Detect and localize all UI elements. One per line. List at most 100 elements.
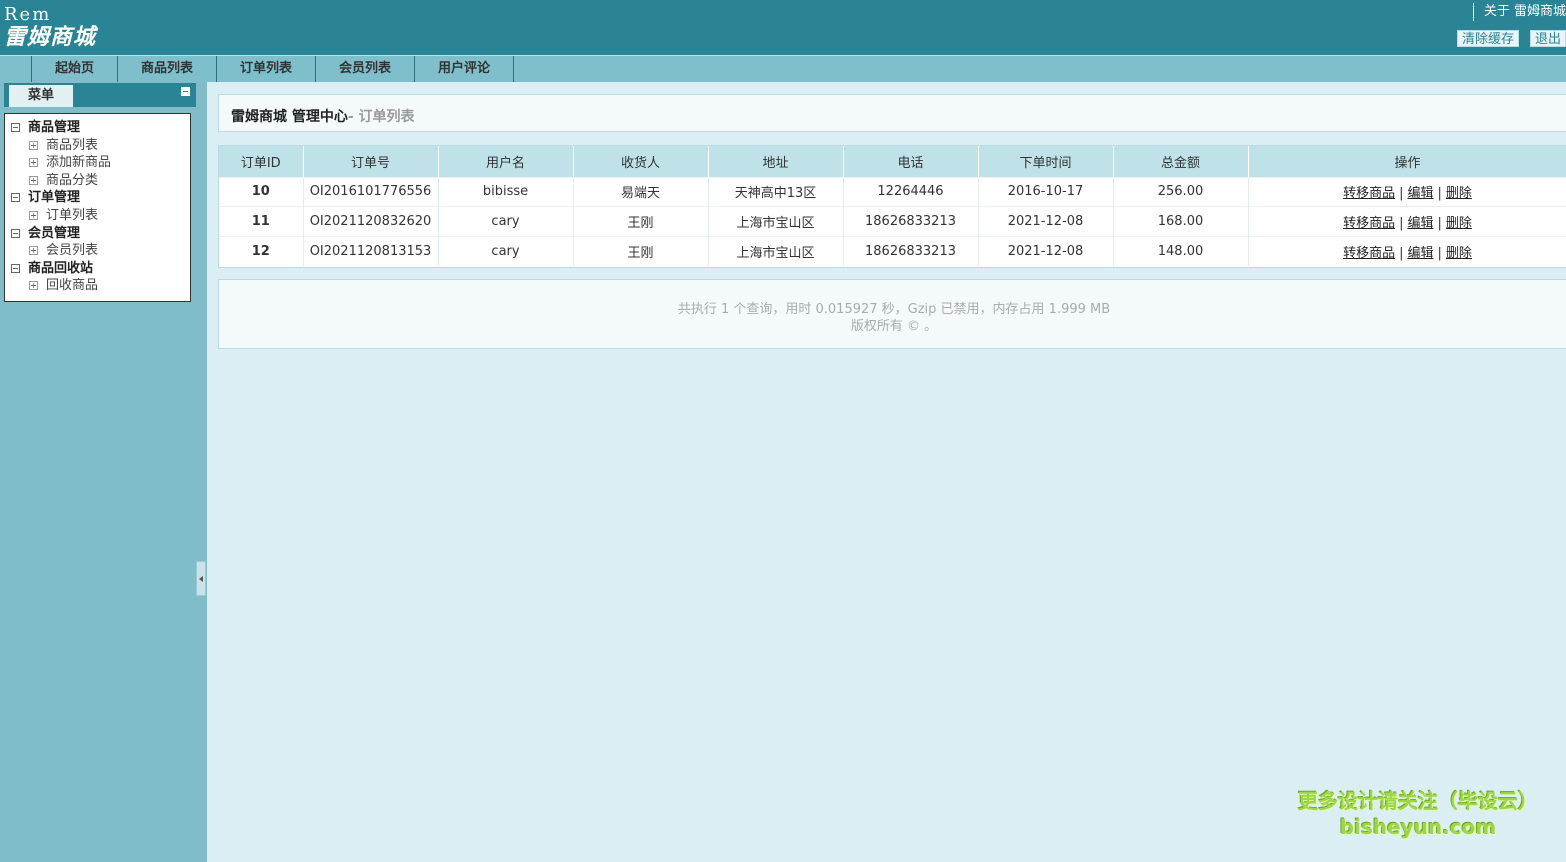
cell-address: 天神高中13区 <box>708 176 844 207</box>
nav-spacer <box>0 56 32 82</box>
plus-box-icon <box>29 281 38 291</box>
table-row: 10 OI2016101776556 bibisse 易端天 天神高中13区 1… <box>219 176 1566 207</box>
tree-group-order-mgmt[interactable]: 订单管理 <box>5 189 190 207</box>
cell-amount: 168.00 <box>1113 206 1249 236</box>
minus-box-icon[interactable] <box>11 263 20 273</box>
edit-link[interactable]: 编辑 <box>1407 246 1433 261</box>
title-panel: 雷姆商城 管理中心- 订单列表 <box>218 94 1566 132</box>
logo-english: Rem <box>4 4 52 25</box>
plus-box-icon <box>29 246 38 256</box>
tab-home[interactable]: 起始页 <box>32 56 118 82</box>
tree-item-product-list[interactable]: 商品列表 <box>5 137 190 155</box>
cell-order-id: 11 <box>219 206 304 236</box>
minus-box-icon[interactable] <box>11 123 20 132</box>
separator: | <box>1437 186 1442 202</box>
cell-order-no: OI2021120832620 <box>303 206 439 236</box>
cell-order-no: OI2016101776556 <box>303 176 439 207</box>
cell-receiver: 王刚 <box>573 206 709 236</box>
col-header-order-time[interactable]: 下单时间 <box>978 146 1114 177</box>
tree-item-add-product[interactable]: 添加新商品 <box>5 154 190 172</box>
cell-receiver: 易端天 <box>573 176 709 207</box>
tree-group-recycle-bin[interactable]: 商品回收站 <box>5 260 190 278</box>
plus-box-icon <box>29 140 38 150</box>
plus-box-icon <box>29 158 38 168</box>
cell-actions: 转移商品 | 编辑 | 删除 <box>1248 176 1566 207</box>
tree-item-member-list[interactable]: 会员列表 <box>5 242 190 260</box>
table-row: 12 OI2021120813153 cary 王刚 上海市宝山区 186268… <box>219 235 1566 266</box>
watermark-line1: 更多设计请关注（毕设云） <box>1298 789 1538 813</box>
logo: Rem 雷姆商城 <box>4 5 96 51</box>
tab-user-comments[interactable]: 用户评论 <box>415 56 514 82</box>
tree-group-member-mgmt[interactable]: 会员管理 <box>5 225 190 243</box>
col-header-receiver[interactable]: 收货人 <box>573 146 709 177</box>
tree-label: 商品分类 <box>46 172 99 188</box>
table-row: 11 OI2021120832620 cary 王刚 上海市宝山区 186268… <box>219 206 1566 236</box>
col-header-actions: 操作 <box>1248 146 1566 177</box>
separator: | <box>1437 215 1442 231</box>
tree-item-order-list[interactable]: 订单列表 <box>5 207 190 225</box>
menu-tab[interactable]: 菜单 <box>9 85 73 107</box>
col-header-address[interactable]: 地址 <box>708 146 844 177</box>
tree-label: 订单管理 <box>28 190 81 206</box>
minus-box-icon[interactable] <box>11 193 20 203</box>
order-table: 订单ID 订单号 用户名 收货人 地址 电话 下单时间 总金额 操作 10 OI… <box>219 146 1566 266</box>
clear-cache-button[interactable]: 清除缓存 <box>1456 30 1519 47</box>
tree-label: 会员列表 <box>46 243 99 259</box>
separator: | <box>1437 245 1442 261</box>
header-buttons: 清除缓存 退出 <box>1456 30 1566 47</box>
cell-actions: 转移商品 | 编辑 | 删除 <box>1248 206 1566 236</box>
separator: | <box>1399 245 1404 261</box>
delete-link[interactable]: 删除 <box>1446 186 1472 201</box>
delete-link[interactable]: 删除 <box>1446 246 1472 261</box>
watermark-line2: bisheyun.com <box>1339 815 1497 839</box>
cell-actions: 转移商品 | 编辑 | 删除 <box>1248 235 1566 266</box>
cell-receiver: 王刚 <box>573 235 709 266</box>
tree-group-product-mgmt[interactable]: 商品管理 <box>5 119 190 137</box>
col-header-username[interactable]: 用户名 <box>438 146 574 177</box>
move-product-link[interactable]: 转移商品 <box>1343 246 1395 261</box>
cell-username: cary <box>438 235 574 266</box>
tree-label: 商品管理 <box>28 120 81 135</box>
cell-order-time: 2021-12-08 <box>978 235 1114 266</box>
minus-box-icon[interactable] <box>11 228 20 238</box>
tree-item-product-category[interactable]: 商品分类 <box>5 172 190 190</box>
cell-order-id: 12 <box>219 235 304 266</box>
tree-label: 商品列表 <box>46 137 99 153</box>
plus-box-icon <box>29 210 38 220</box>
logo-chinese: 雷姆商城 <box>4 25 97 50</box>
col-header-phone[interactable]: 电话 <box>843 146 979 177</box>
nav-tabs: 起始页 商品列表 订单列表 会员列表 用户评论 <box>32 56 514 82</box>
tree-label: 订单列表 <box>46 207 99 223</box>
tab-product-list[interactable]: 商品列表 <box>118 56 217 82</box>
col-header-amount[interactable]: 总金额 <box>1113 146 1249 177</box>
cell-username: cary <box>438 206 574 236</box>
tree-label: 商品回收站 <box>28 260 94 276</box>
watermark: 更多设计请关注（毕设云） bisheyun.com <box>1298 788 1538 840</box>
cell-phone: 18626833213 <box>843 235 979 266</box>
delete-link[interactable]: 删除 <box>1446 216 1472 231</box>
cell-amount: 256.00 <box>1113 176 1249 207</box>
collapse-icon[interactable] <box>181 87 190 96</box>
page-title: 雷姆商城 管理中心- 订单列表 <box>231 106 415 126</box>
menu-tree: 商品管理 商品列表 添加新商品 商品分类 订单管理 订单列表 会员管理 会员列表… <box>4 113 191 302</box>
col-header-order-id[interactable]: 订单ID <box>219 146 304 177</box>
edit-link[interactable]: 编辑 <box>1407 186 1433 201</box>
about-link[interactable]: 关于 雷姆商城 <box>1472 3 1566 21</box>
logout-button[interactable]: 退出 <box>1529 30 1566 47</box>
tree-label: 添加新商品 <box>46 155 112 171</box>
col-header-order-no[interactable]: 订单号 <box>303 146 439 177</box>
page-title-main: 雷姆商城 管理中心 <box>231 109 348 125</box>
order-table-panel: 订单ID 订单号 用户名 收货人 地址 电话 下单时间 总金额 操作 10 OI… <box>218 145 1566 268</box>
top-header: Rem 雷姆商城 关于 雷姆商城 清除缓存 退出 <box>0 0 1566 55</box>
edit-link[interactable]: 编辑 <box>1407 216 1433 231</box>
tab-member-list[interactable]: 会员列表 <box>316 56 415 82</box>
tab-order-list[interactable]: 订单列表 <box>217 56 316 82</box>
move-product-link[interactable]: 转移商品 <box>1343 216 1395 231</box>
move-product-link[interactable]: 转移商品 <box>1343 186 1395 201</box>
separator: | <box>1399 186 1404 202</box>
sidebar-toggle-icon[interactable] <box>196 561 206 596</box>
tree-label: 会员管理 <box>28 225 81 241</box>
cell-phone: 18626833213 <box>843 206 979 236</box>
top-nav: 起始页 商品列表 订单列表 会员列表 用户评论 <box>0 55 1566 82</box>
tree-item-recycled-products[interactable]: 回收商品 <box>5 277 190 295</box>
